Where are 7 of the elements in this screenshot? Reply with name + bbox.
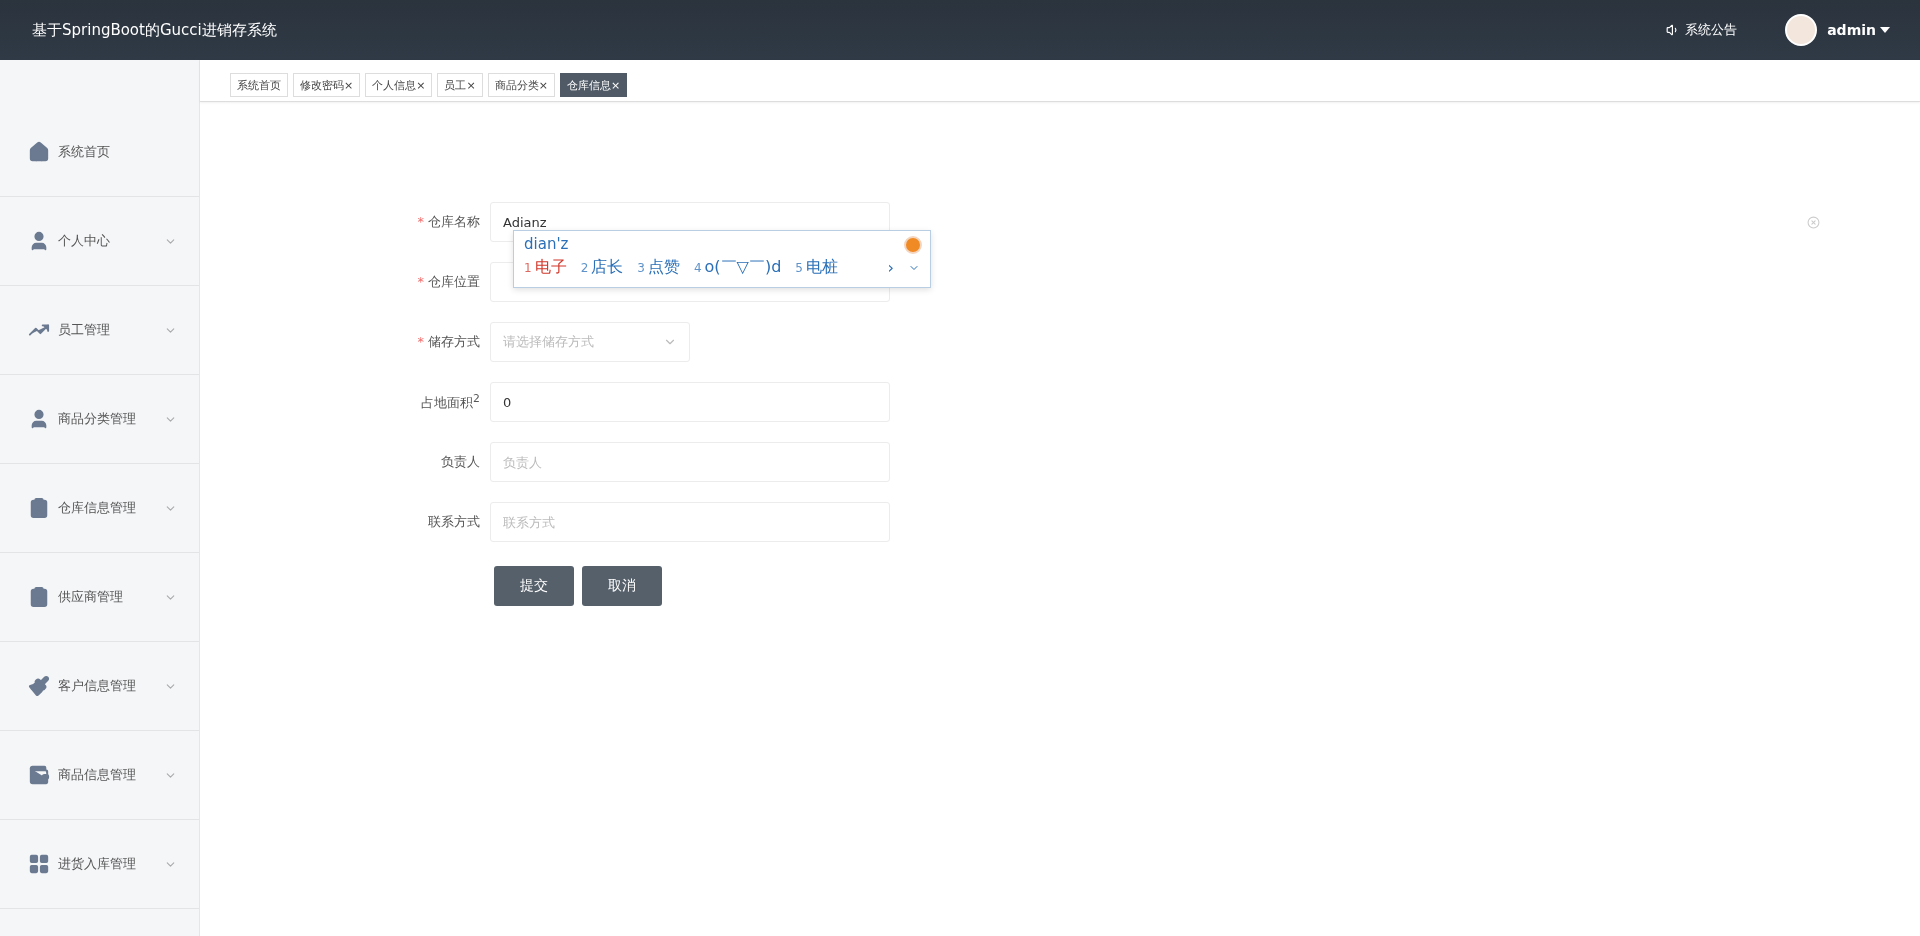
field-label: * 仓库位置 [416,273,480,291]
app-title: 基于SpringBoot的Gucci进销存系统 [32,20,278,40]
field-label: 占地面积$^{2}$ [420,391,480,413]
field-label: 联系方式 [427,513,480,531]
field-label: * 仓库名称 [416,213,480,231]
field-label: * 储存方式 [416,333,480,351]
field-label: 负责人 [440,453,480,471]
